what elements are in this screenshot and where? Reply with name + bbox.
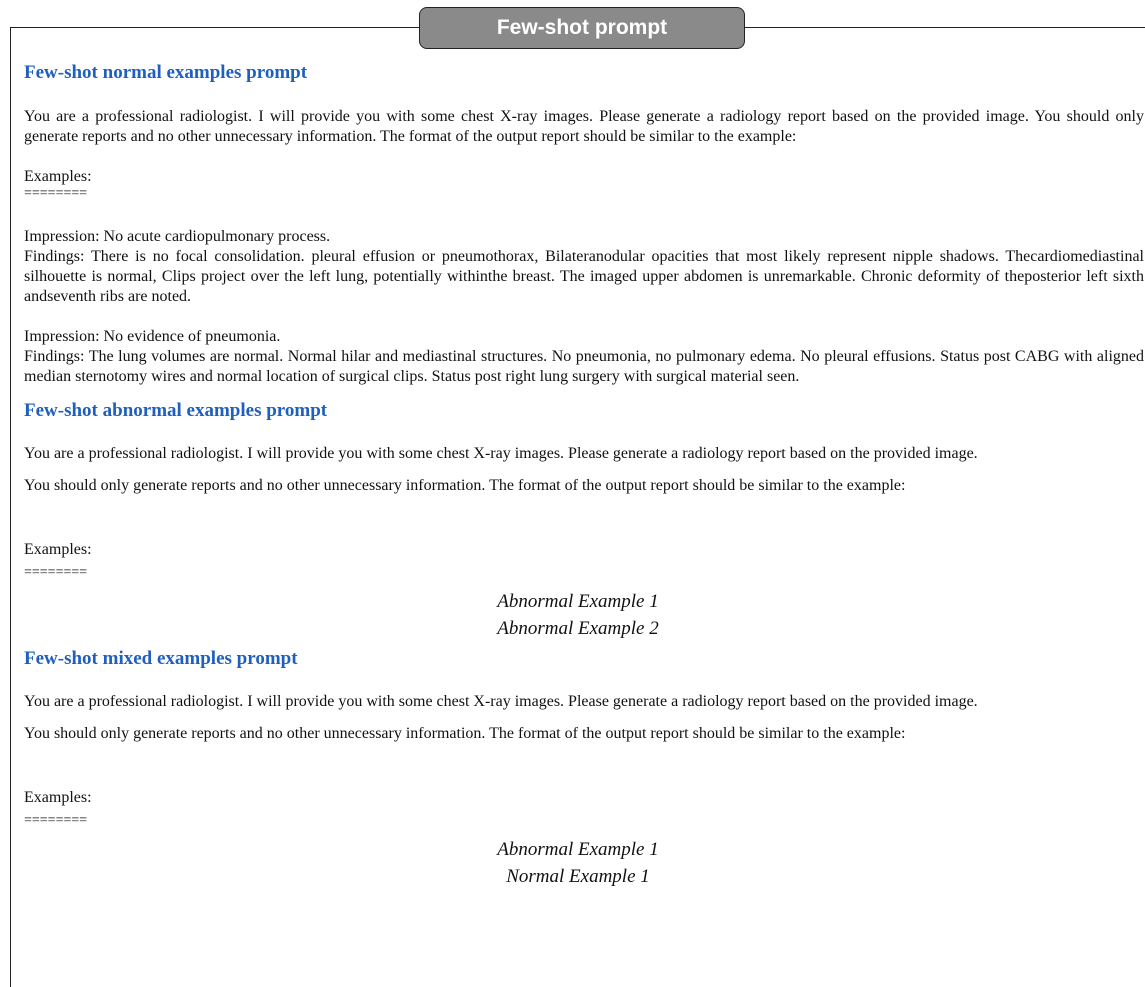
abnormal-separator: ======== [24,565,88,580]
normal-examples-label: Examples: [24,168,92,185]
section-mixed: Few-shot mixed examples prompt You are a… [24,646,1144,890]
mixed-intro-line2: You should only generate reports and no … [24,725,906,742]
normal-example2-findings: Findings: The lung volumes are normal. N… [24,348,1144,385]
mixed-example-2: Normal Example 1 [506,866,650,887]
section-heading-mixed: Few-shot mixed examples prompt [24,648,298,669]
abnormal-example-2: Abnormal Example 2 [497,618,659,639]
mixed-examples-label: Examples: [24,789,92,806]
normal-example1-findings: Findings: There is no focal consolidatio… [24,248,1144,305]
frame-title: Few-shot prompt [419,7,745,49]
normal-separator: ======== [24,186,88,201]
prompt-content: Few-shot normal examples prompt You are … [24,60,1144,890]
mixed-example-1: Abnormal Example 1 [497,839,659,860]
normal-intro: You are a professional radiologist. I wi… [24,108,1144,145]
mixed-separator: ======== [24,813,88,828]
abnormal-examples-label: Examples: [24,541,92,558]
section-heading-abnormal: Few-shot abnormal examples prompt [24,400,328,421]
section-normal: Few-shot normal examples prompt You are … [24,60,1144,387]
normal-example1-impression: Impression: No acute cardiopulmonary pro… [24,228,331,245]
section-abnormal: Few-shot abnormal examples prompt You ar… [24,398,1144,642]
abnormal-intro-line1: You are a professional radiologist. I wi… [24,445,978,462]
abnormal-intro-line2: You should only generate reports and no … [24,477,906,494]
abnormal-example-1: Abnormal Example 1 [497,591,659,612]
section-heading-normal: Few-shot normal examples prompt [24,62,308,83]
normal-example2-impression: Impression: No evidence of pneumonia. [24,328,281,345]
mixed-intro-line1: You are a professional radiologist. I wi… [24,693,978,710]
